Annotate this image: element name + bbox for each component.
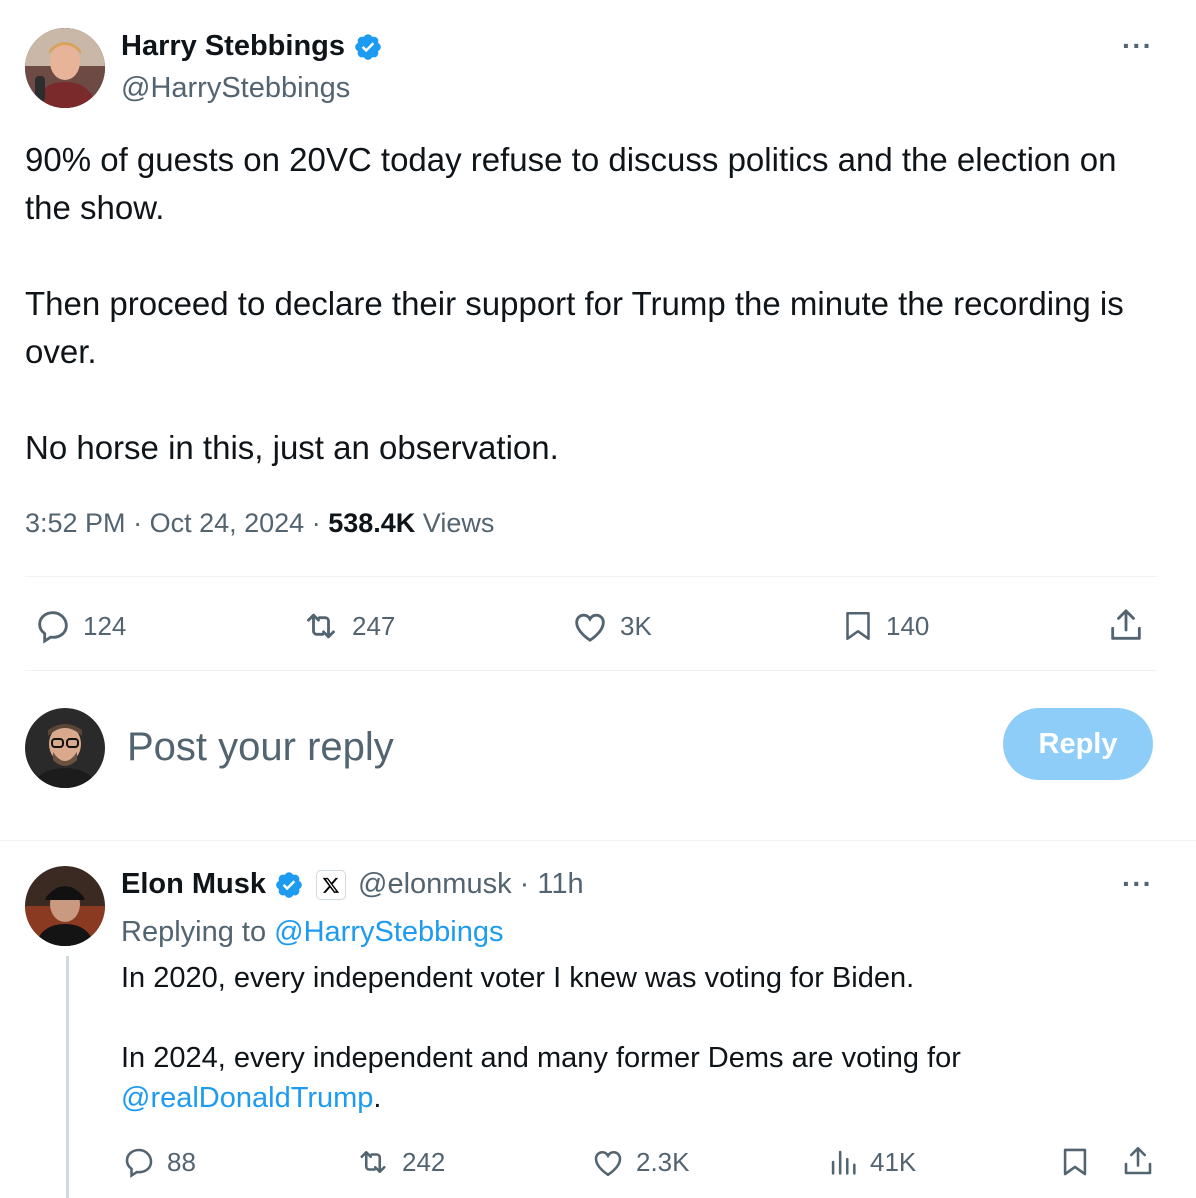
thread-line (66, 956, 69, 1198)
meta-separator: · (133, 508, 150, 538)
analytics-icon (831, 1150, 856, 1175)
reply-line-3: @realDonaldTrump. (121, 1078, 1161, 1118)
x-logo-icon (322, 877, 340, 893)
like-count: 3K (620, 610, 652, 641)
repost-action[interactable]: 242 (354, 1144, 445, 1180)
replying-to: Replying to @HarryStebbings (121, 916, 503, 949)
verified-badge-icon[interactable] (274, 870, 304, 900)
reply-author-avatar[interactable] (25, 866, 105, 946)
divider (25, 670, 1157, 671)
author-name[interactable]: Harry Stebbings (121, 30, 345, 63)
bookmark-count: 140 (886, 610, 930, 641)
heart-icon (575, 613, 605, 642)
author-handle[interactable]: @HarryStebbings (121, 72, 350, 105)
bookmark-icon (1063, 1148, 1087, 1176)
reply-input[interactable] (125, 716, 949, 778)
repost-icon (307, 613, 335, 639)
more-options-icon[interactable]: ··· (1122, 868, 1153, 900)
reply-line-end: . (373, 1082, 382, 1114)
current-user-avatar[interactable] (25, 708, 105, 788)
share-icon (1111, 609, 1141, 640)
bookmark-action[interactable]: 140 (840, 606, 929, 646)
more-options-icon[interactable]: ··· (1122, 30, 1153, 62)
views-label: Views (422, 508, 495, 538)
repost-count: 247 (352, 610, 396, 641)
author-avatar[interactable] (25, 28, 105, 108)
like-action[interactable]: 2.3K (590, 1144, 690, 1180)
author-avatar-image (25, 28, 105, 108)
reply-author-handle[interactable]: @elonmusk (358, 868, 512, 901)
tweet-meta: 3:52 PM · Oct 24, 2024 · 538.4K Views (25, 508, 494, 539)
reply-icon (125, 1148, 153, 1178)
reply-icon (38, 611, 68, 644)
reply-time-ago[interactable]: 11h (537, 868, 583, 901)
heart-icon (594, 1150, 622, 1177)
reply-author-avatar-image (25, 866, 105, 946)
reply-text: In 2020, every independent voter I knew … (121, 958, 1161, 1118)
reply-action[interactable]: 88 (121, 1144, 196, 1180)
share-action[interactable] (1120, 1142, 1156, 1185)
verified-badge-icon[interactable] (353, 32, 383, 62)
meta-separator: · (311, 508, 329, 538)
repost-icon (360, 1150, 386, 1174)
x-affiliate-icon[interactable] (316, 869, 347, 900)
tweet-text: 90% of guests on 20VC today refuse to di… (25, 141, 1124, 466)
views-action[interactable]: 41K (826, 1144, 916, 1180)
reply-author-name[interactable]: Elon Musk (121, 868, 266, 901)
divider (0, 840, 1196, 841)
reply-line-1: In 2020, every independent voter I knew … (121, 962, 915, 994)
reply-count: 124 (83, 610, 127, 641)
repost-count: 242 (402, 1146, 446, 1177)
divider (25, 576, 1157, 577)
reply-line-2: In 2024, every independent and many form… (121, 1042, 961, 1074)
bookmark-icon (846, 611, 870, 641)
views-count: 41K (870, 1146, 917, 1177)
share-icon (1124, 1146, 1152, 1175)
views-count: 538.4K (328, 508, 416, 538)
like-count: 2.3K (636, 1146, 690, 1177)
meta-separator: · (511, 868, 538, 900)
like-action[interactable]: 3K (570, 606, 652, 646)
current-user-avatar-image (25, 708, 105, 788)
bookmark-action[interactable] (1058, 1144, 1092, 1185)
tweet-date[interactable]: Oct 24, 2024 (150, 508, 305, 538)
reply-count: 88 (167, 1146, 196, 1177)
reply-button[interactable]: Reply (1003, 708, 1153, 780)
share-action[interactable] (1106, 604, 1146, 651)
tweet-time[interactable]: 3:52 PM (25, 508, 126, 538)
repost-action[interactable]: 247 (300, 606, 395, 646)
reply-action[interactable]: 124 (33, 606, 126, 646)
replying-to-label: Replying to (121, 916, 267, 948)
mention-link[interactable]: @realDonaldTrump (121, 1082, 373, 1114)
replying-to-handle[interactable]: @HarryStebbings (274, 916, 503, 948)
